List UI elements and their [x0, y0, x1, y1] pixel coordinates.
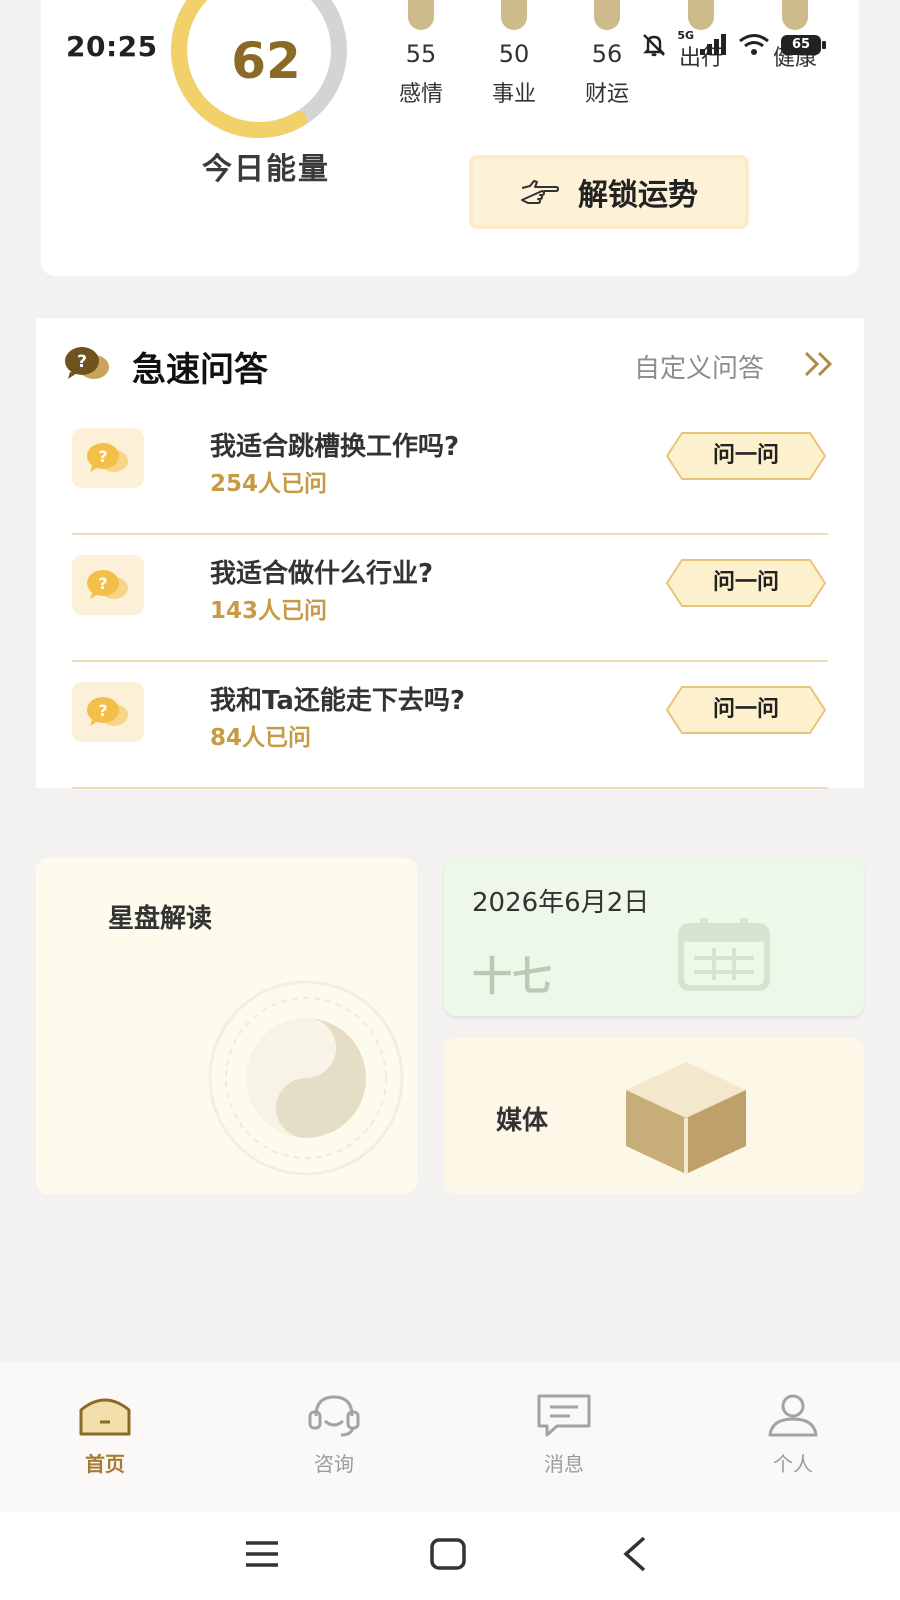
ask-button-label: 问一问 — [712, 697, 779, 722]
ask-count: 143人已问 — [210, 598, 328, 624]
ask-count: 254人已问 — [210, 471, 328, 497]
energy-label: 今日能量 — [202, 152, 330, 187]
home-square-icon[interactable] — [428, 1534, 468, 1574]
ask-button[interactable]: 问一问 — [664, 684, 828, 736]
nav-consult[interactable]: 咨询 — [274, 1392, 394, 1477]
media-tile[interactable]: 媒体 — [444, 1038, 864, 1194]
qa-title: 急速问答 — [132, 350, 268, 390]
headset-icon — [308, 1395, 360, 1437]
question-text: 我适合跳槽换工作吗? — [210, 432, 460, 462]
status-icons: 5G 65 — [641, 28, 828, 58]
bottom-nav: 首页 咨询 消息 个人 — [0, 1362, 900, 1512]
qa-item[interactable]: ? 我适合跳槽换工作吗? 254人已问 问一问 — [72, 408, 828, 535]
qa-header: ? 急速问答 自定义问答 — [36, 318, 864, 408]
energy-value: 62 — [231, 32, 301, 90]
ask-button-label: 问一问 — [712, 570, 779, 595]
bell-off-icon — [643, 34, 666, 57]
nav-home[interactable]: 首页 — [45, 1392, 165, 1477]
qa-item[interactable]: ? 我适合做什么行业? 143人已问 问一问 — [72, 535, 828, 662]
question-bubble-icon: ? — [72, 682, 144, 742]
media-label: 媒体 — [496, 1106, 549, 1136]
nav-label: 个人 — [773, 1452, 813, 1476]
question-bubble-icon: ? — [72, 555, 144, 615]
box-icon — [626, 1062, 746, 1174]
home-icon — [79, 1398, 131, 1436]
signal-icon — [700, 34, 726, 55]
system-nav-bar — [0, 1512, 900, 1600]
calendar-tile[interactable]: 2026年6月2日 十七 — [444, 858, 864, 1016]
unlock-fortune-button[interactable]: 解锁运势 — [469, 155, 749, 229]
nav-label: 首页 — [85, 1452, 125, 1476]
message-icon — [537, 1394, 591, 1437]
nav-label: 消息 — [544, 1452, 584, 1476]
question-bubble-icon: ? — [72, 428, 144, 488]
network-type: 5G — [677, 28, 694, 42]
fortune-name: 感情 — [398, 82, 443, 107]
nav-label: 咨询 — [314, 1452, 354, 1476]
astrology-label: 星盘解读 — [108, 904, 213, 934]
ask-button-label: 问一问 — [712, 443, 779, 468]
back-icon[interactable] — [616, 1534, 656, 1574]
custom-qa-link[interactable]: 自定义问答 — [634, 348, 764, 385]
taiji-icon — [208, 980, 404, 1176]
person-icon — [768, 1394, 818, 1437]
fortune-bar — [782, 0, 808, 30]
ask-button[interactable]: 问一问 — [664, 557, 828, 609]
question-text: 我和Ta还能走下去吗? — [210, 686, 466, 716]
fortune-bar — [501, 0, 527, 30]
fortune-bar — [688, 0, 714, 30]
fortune-love[interactable]: 55 感情 — [391, 0, 451, 108]
pointing-hand-icon — [521, 180, 559, 204]
question-bubble-icon: ? — [65, 347, 109, 379]
astrology-chart-tile[interactable]: 星盘解读 — [36, 858, 417, 1194]
ask-button[interactable]: 问一问 — [664, 430, 828, 482]
nav-messages[interactable]: 消息 — [504, 1392, 624, 1477]
wifi-icon — [739, 34, 769, 55]
fortune-score: 50 — [498, 40, 530, 68]
nav-profile[interactable]: 个人 — [733, 1392, 853, 1477]
battery-level: 65 — [791, 37, 811, 52]
qa-item[interactable]: ? 我和Ta还能走下去吗? 84人已问 问一问 — [72, 662, 828, 789]
svg-text:?: ? — [98, 574, 107, 593]
unlock-label: 解锁运势 — [578, 178, 698, 213]
question-text: 我适合做什么行业? — [210, 559, 434, 589]
calendar-icon — [678, 918, 770, 991]
svg-text:?: ? — [98, 447, 107, 466]
menu-icon[interactable] — [242, 1534, 282, 1574]
ask-count: 84人已问 — [210, 725, 312, 751]
fortune-career[interactable]: 50 事业 — [484, 0, 544, 108]
fortune-bar — [408, 0, 434, 30]
quick-qa-card: ? 急速问答 自定义问答 ? 我适合跳槽换工作吗? 254人已问 问一问 ? 我… — [36, 318, 864, 789]
fortune-wealth[interactable]: 56 财运 — [577, 0, 637, 108]
status-time: 20:25 — [66, 30, 158, 63]
fortune-bar — [594, 0, 620, 30]
solar-date: 2026年6月2日 — [472, 888, 650, 918]
fortune-score: 55 — [405, 40, 437, 68]
svg-text:?: ? — [77, 352, 87, 372]
lunar-day: 十七 — [472, 954, 552, 1000]
fortune-name: 财运 — [584, 82, 629, 107]
svg-text:?: ? — [98, 701, 107, 720]
fortune-score: 56 — [591, 40, 623, 68]
double-chevron-right-icon[interactable] — [802, 350, 836, 378]
fortune-name: 事业 — [491, 82, 536, 107]
battery-icon: 65 — [780, 33, 828, 57]
